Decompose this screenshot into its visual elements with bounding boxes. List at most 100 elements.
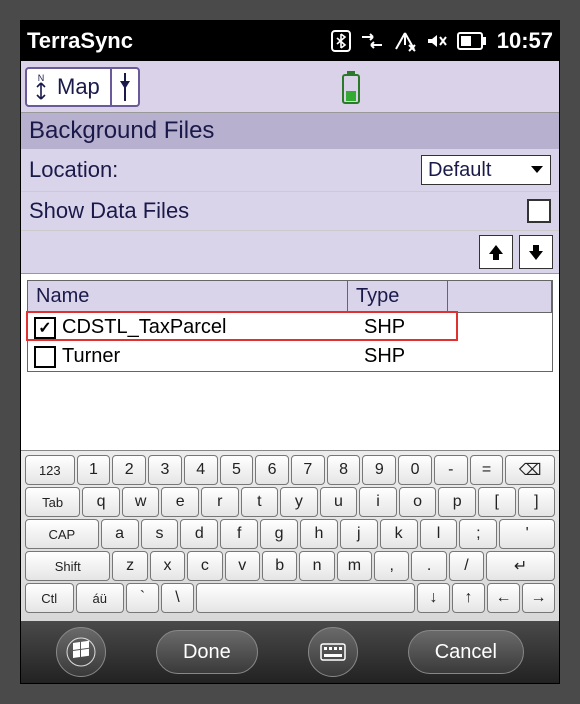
key-'[interactable]: ' bbox=[499, 519, 555, 549]
map-dropdown-button[interactable]: N Map bbox=[25, 67, 140, 107]
sort-row bbox=[21, 231, 559, 274]
sync-icon[interactable] bbox=[359, 30, 385, 52]
key-p[interactable]: p bbox=[438, 487, 476, 517]
key-d[interactable]: d bbox=[180, 519, 218, 549]
key-áü[interactable]: áü bbox=[76, 583, 125, 613]
key-x[interactable]: x bbox=[150, 551, 185, 581]
key-/[interactable]: / bbox=[449, 551, 484, 581]
signal-icon[interactable] bbox=[393, 30, 417, 52]
row-checkbox[interactable] bbox=[34, 346, 56, 368]
key-t[interactable]: t bbox=[241, 487, 279, 517]
key-c[interactable]: c bbox=[187, 551, 222, 581]
key-f[interactable]: f bbox=[220, 519, 258, 549]
start-button[interactable] bbox=[56, 627, 106, 677]
key-h[interactable]: h bbox=[300, 519, 338, 549]
key--[interactable]: - bbox=[434, 455, 468, 485]
table-header: Name Type bbox=[28, 281, 552, 313]
key-2[interactable]: 2 bbox=[112, 455, 146, 485]
show-data-row: Show Data Files bbox=[21, 192, 559, 231]
key-;[interactable]: ; bbox=[459, 519, 497, 549]
location-row: Location: Default bbox=[21, 149, 559, 192]
key-9[interactable]: 9 bbox=[362, 455, 396, 485]
key-k[interactable]: k bbox=[380, 519, 418, 549]
key-.[interactable]: . bbox=[411, 551, 446, 581]
key-↑[interactable]: ↑ bbox=[452, 583, 485, 613]
cancel-button[interactable]: Cancel bbox=[408, 630, 524, 674]
key-1[interactable]: 1 bbox=[77, 455, 111, 485]
keyboard-toggle-button[interactable] bbox=[308, 627, 358, 677]
key-s[interactable]: s bbox=[141, 519, 179, 549]
chevron-down-icon bbox=[530, 165, 544, 175]
key-i[interactable]: i bbox=[359, 487, 397, 517]
key-n[interactable]: n bbox=[299, 551, 334, 581]
key-ctl[interactable]: Ctl bbox=[25, 583, 74, 613]
key-[[interactable]: [ bbox=[478, 487, 516, 517]
file-name: CDSTL_TaxParcel bbox=[62, 316, 356, 339]
table-row[interactable]: Turner SHP bbox=[28, 342, 552, 371]
key-123[interactable]: 123 bbox=[25, 455, 75, 485]
app-title: TerraSync bbox=[27, 28, 133, 54]
key-`[interactable]: ` bbox=[126, 583, 159, 613]
key-v[interactable]: v bbox=[225, 551, 260, 581]
key-l[interactable]: l bbox=[420, 519, 458, 549]
key-8[interactable]: 8 bbox=[327, 455, 361, 485]
key-][interactable]: ] bbox=[518, 487, 556, 517]
key-5[interactable]: 5 bbox=[220, 455, 254, 485]
key-6[interactable]: 6 bbox=[255, 455, 289, 485]
key-,[interactable]: , bbox=[374, 551, 409, 581]
file-type: SHP bbox=[356, 345, 456, 368]
files-table: Name Type ✓ CDSTL_TaxParcel SHP Turner S… bbox=[27, 280, 553, 372]
col-name[interactable]: Name bbox=[28, 281, 348, 312]
toolbar: N Map bbox=[21, 61, 559, 113]
bottom-bar: Done Cancel bbox=[21, 621, 559, 683]
key-m[interactable]: m bbox=[337, 551, 372, 581]
location-value: Default bbox=[428, 159, 491, 182]
key-y[interactable]: y bbox=[280, 487, 318, 517]
key-7[interactable]: 7 bbox=[291, 455, 325, 485]
key-j[interactable]: j bbox=[340, 519, 378, 549]
key-a[interactable]: a bbox=[101, 519, 139, 549]
key-cap[interactable]: CAP bbox=[25, 519, 99, 549]
key-space[interactable] bbox=[196, 583, 415, 613]
battery-level-icon bbox=[144, 69, 559, 105]
battery-icon[interactable] bbox=[457, 32, 487, 50]
key-w[interactable]: w bbox=[122, 487, 160, 517]
bluetooth-icon[interactable] bbox=[331, 30, 351, 52]
key-4[interactable]: 4 bbox=[184, 455, 218, 485]
sort-down-button[interactable] bbox=[519, 235, 553, 269]
key-←[interactable]: ← bbox=[487, 583, 520, 613]
key-tab[interactable]: Tab bbox=[25, 487, 80, 517]
key-↓[interactable]: ↓ bbox=[417, 583, 450, 613]
key-0[interactable]: 0 bbox=[398, 455, 432, 485]
key-backspace[interactable]: ⌫ bbox=[505, 455, 555, 485]
col-type[interactable]: Type bbox=[348, 281, 448, 312]
key-z[interactable]: z bbox=[112, 551, 147, 581]
key-g[interactable]: g bbox=[260, 519, 298, 549]
done-button[interactable]: Done bbox=[156, 630, 258, 674]
row-checkbox[interactable]: ✓ bbox=[34, 317, 56, 339]
key-\[interactable]: \ bbox=[161, 583, 194, 613]
key-u[interactable]: u bbox=[320, 487, 358, 517]
table-row[interactable]: ✓ CDSTL_TaxParcel SHP bbox=[28, 313, 552, 342]
key-3[interactable]: 3 bbox=[148, 455, 182, 485]
device-frame: TerraSync 10:57 N bbox=[0, 0, 580, 704]
volume-mute-icon[interactable] bbox=[425, 30, 449, 52]
key-e[interactable]: e bbox=[161, 487, 199, 517]
clock[interactable]: 10:57 bbox=[497, 28, 553, 54]
key-=[interactable]: = bbox=[470, 455, 504, 485]
key-→[interactable]: → bbox=[522, 583, 555, 613]
key-shift[interactable]: Shift bbox=[25, 551, 110, 581]
key-q[interactable]: q bbox=[82, 487, 120, 517]
chevron-down-icon bbox=[112, 69, 138, 105]
location-select[interactable]: Default bbox=[421, 155, 551, 185]
file-type: SHP bbox=[356, 316, 456, 339]
svg-text:N: N bbox=[38, 73, 45, 83]
show-data-checkbox[interactable] bbox=[527, 199, 551, 223]
key-enter[interactable]: ↵ bbox=[486, 551, 555, 581]
key-o[interactable]: o bbox=[399, 487, 437, 517]
key-b[interactable]: b bbox=[262, 551, 297, 581]
sort-up-button[interactable] bbox=[479, 235, 513, 269]
section-title: Background Files bbox=[21, 113, 559, 149]
location-label: Location: bbox=[29, 157, 118, 183]
key-r[interactable]: r bbox=[201, 487, 239, 517]
